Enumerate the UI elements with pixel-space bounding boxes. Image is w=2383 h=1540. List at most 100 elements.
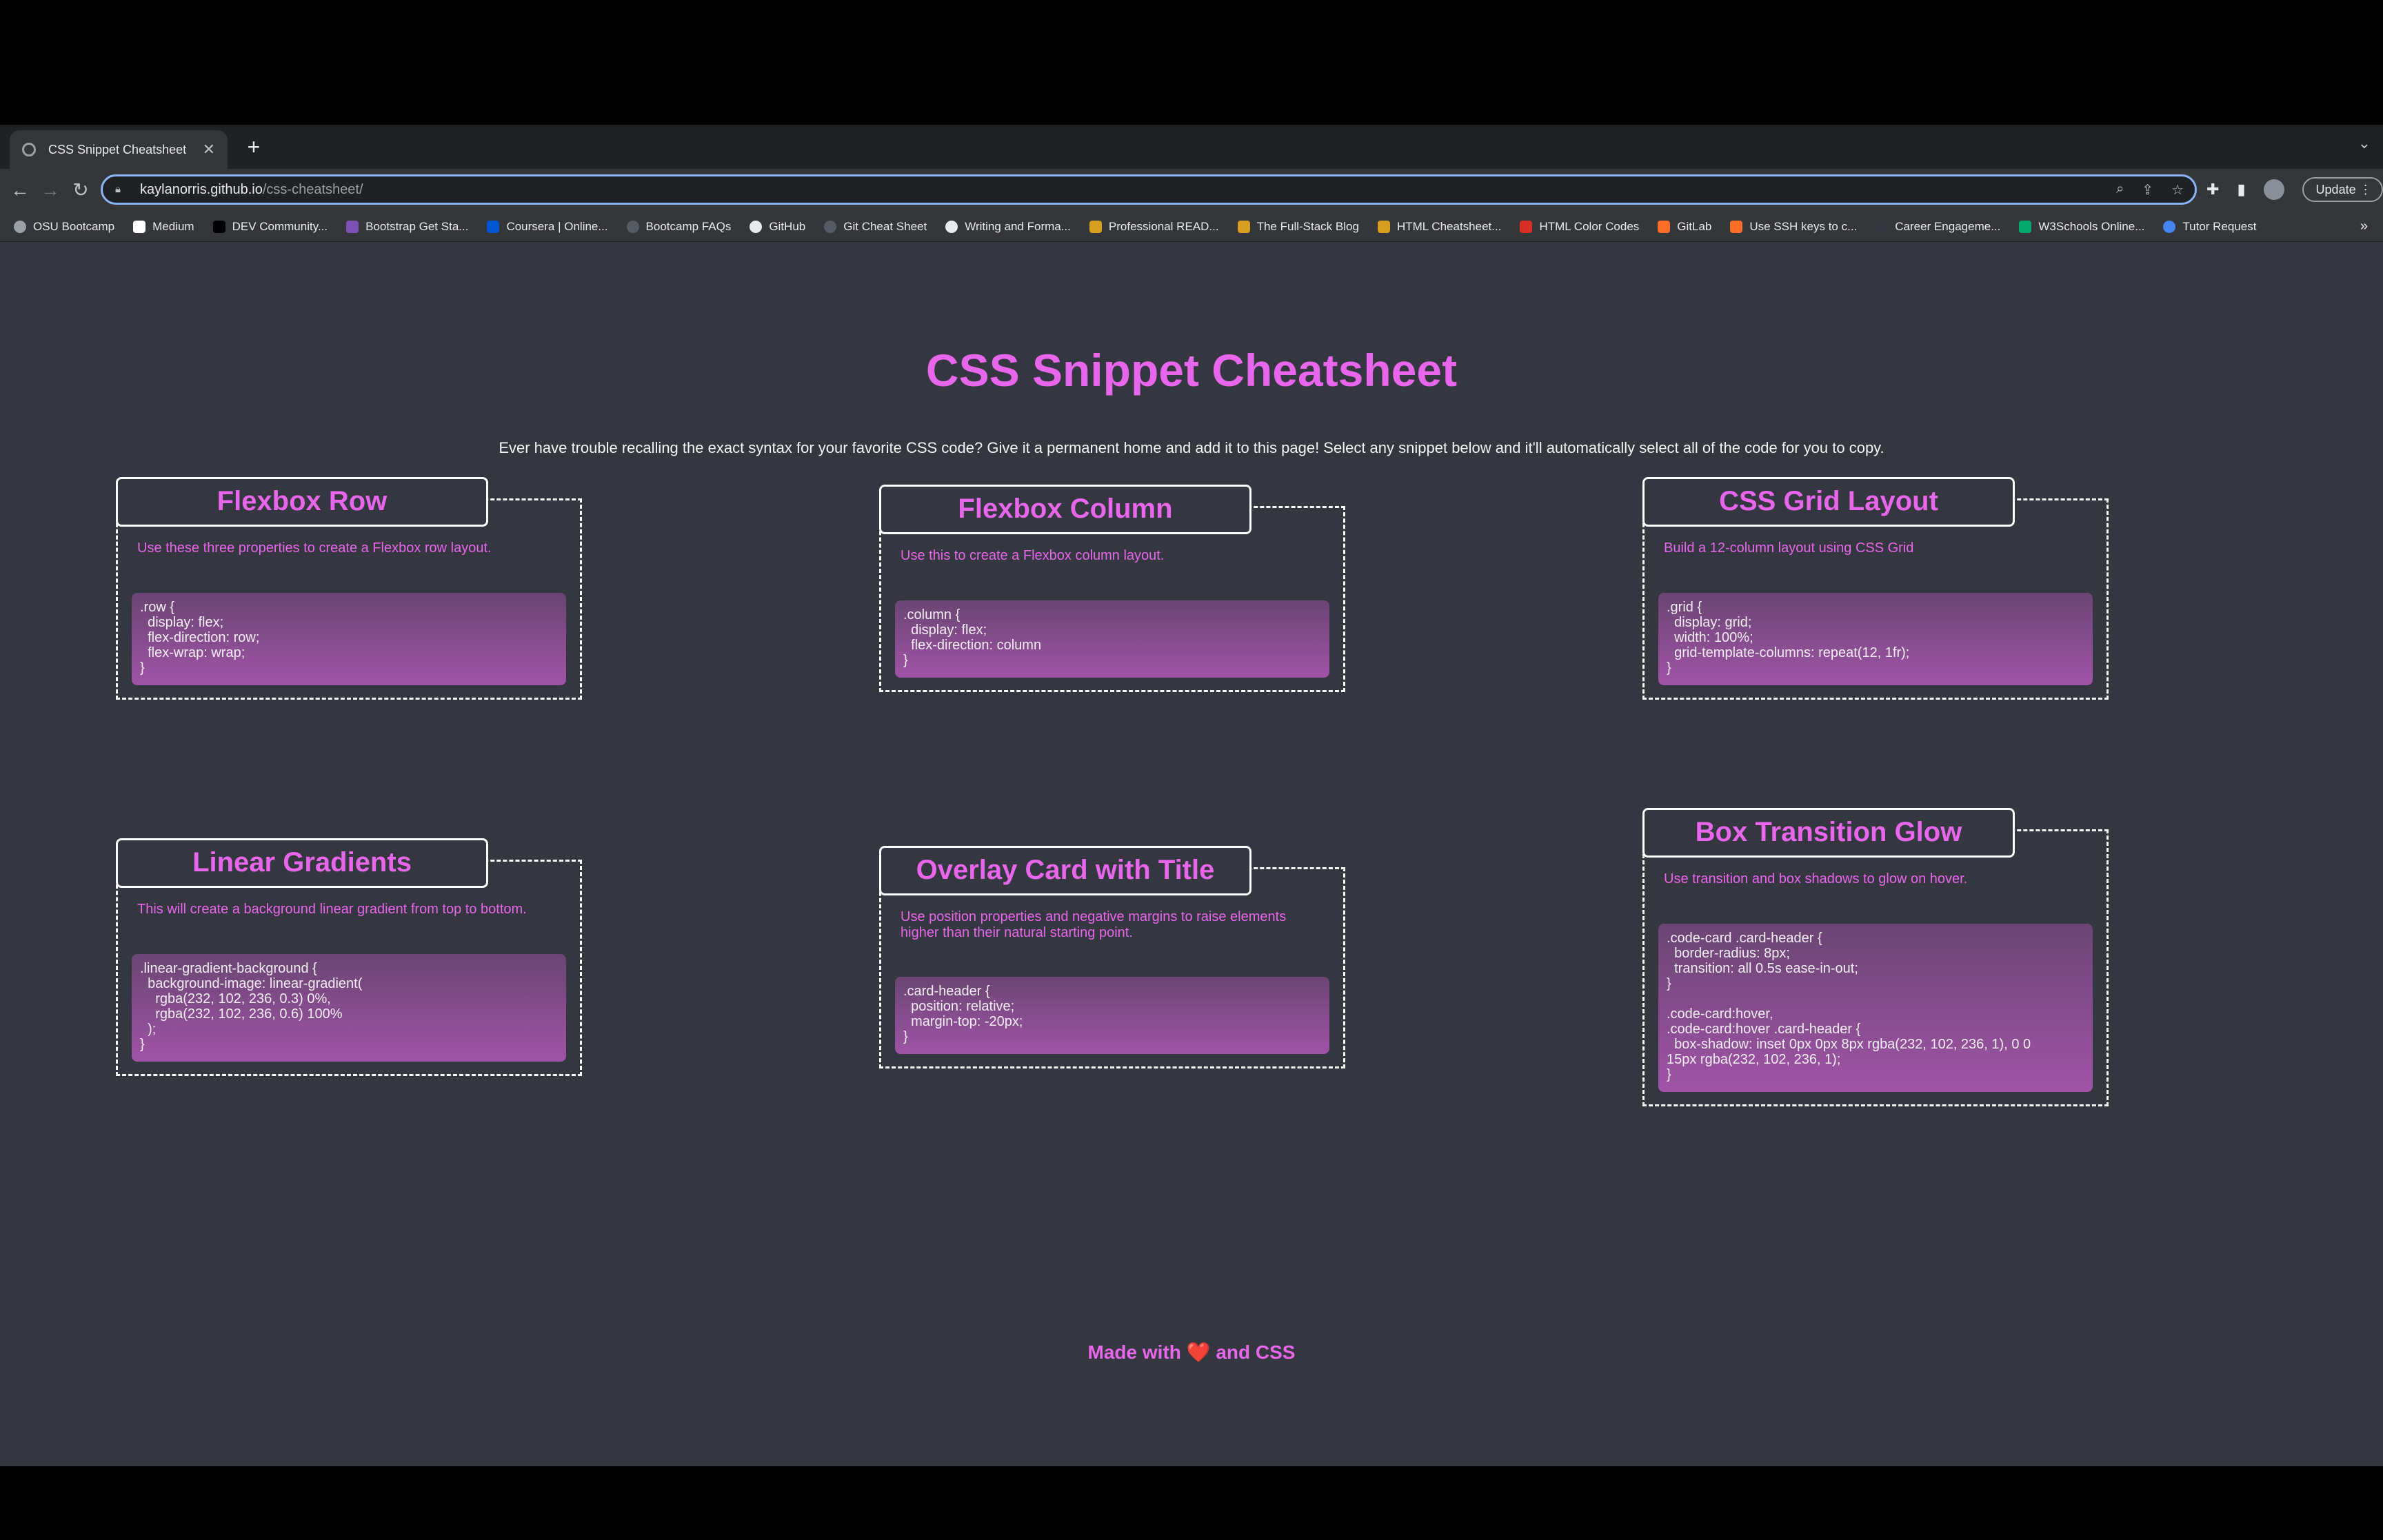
chevron-right-icon[interactable]: » <box>2360 219 2368 234</box>
github-icon <box>750 220 763 233</box>
colorcodes-icon <box>1520 220 1533 233</box>
w3schools-icon <box>2019 220 2032 233</box>
code-card-css-grid-layout[interactable]: CSS Grid Layout Build a 12-column layout… <box>1642 477 2109 700</box>
bookmark-item[interactable]: GitLab <box>1658 220 1711 234</box>
code-snippet[interactable]: .column { display: flex; flex-direction:… <box>895 600 1329 678</box>
gitlab-icon <box>1658 220 1671 233</box>
toolbar: ← → ↻ 🔒︎ kaylanorris.github.io/css-cheat… <box>0 169 2383 212</box>
page-content: CSS Snippet Cheatsheet Ever have trouble… <box>0 242 2383 1466</box>
bookmark-item[interactable]: Career Engageme... <box>1876 220 2000 234</box>
new-tab-button[interactable]: + <box>240 133 268 161</box>
forward-arrow-icon[interactable]: → <box>37 177 63 203</box>
bookmark-item[interactable]: Bootstrap Get Sta... <box>346 220 468 234</box>
extensions-icon[interactable]: ✚ <box>2206 181 2219 199</box>
bookmark-label: Bootstrap Get Sta... <box>365 219 469 233</box>
globe-icon <box>14 220 26 233</box>
dev-icon <box>212 220 225 233</box>
bookmark-item[interactable]: W3Schools Online... <box>2019 220 2144 234</box>
card-description: Use these three properties to create a F… <box>137 540 492 556</box>
card-description: Build a 12-column layout using CSS Grid <box>1664 540 1914 556</box>
url-host: kaylanorris.github.io <box>140 181 263 197</box>
url-path: /css-cheatsheet/ <box>262 181 363 197</box>
coursera-icon <box>487 220 500 233</box>
address-bar[interactable]: 🔒︎ kaylanorris.github.io/css-cheatsheet/… <box>101 174 2197 205</box>
code-snippet[interactable]: .card-header { position: relative; margi… <box>895 977 1329 1054</box>
github-icon <box>824 220 837 233</box>
code-snippet[interactable]: .row { display: flex; flex-direction: ro… <box>132 593 566 685</box>
code-snippet[interactable]: .grid { display: grid; width: 100%; grid… <box>1658 593 2093 685</box>
star-icon[interactable]: ☆ <box>2171 181 2184 199</box>
bookmark-item[interactable]: DEV Community... <box>212 219 328 234</box>
page-intro: Ever have trouble recalling the exact sy… <box>499 439 1884 456</box>
code-card-flexbox-column[interactable]: Flexbox Column Use this to create a Flex… <box>879 485 1345 692</box>
card-header: Overlay Card with Title <box>879 846 1251 895</box>
heart-icon: ❤️ <box>1186 1341 1211 1363</box>
bookmark-item[interactable]: HTML Cheatsheet... <box>1377 219 1502 234</box>
bookmark-item[interactable]: Medium <box>133 220 194 234</box>
card-header: Linear Gradients <box>116 838 488 888</box>
tab-css-snippet-cheatsheet[interactable]: CSS Snippet Cheatsheet ✕ <box>10 130 228 169</box>
gitlab-icon <box>1730 220 1743 233</box>
card-header: Flexbox Column <box>879 485 1251 534</box>
bookmark-item[interactable]: Professional READ... <box>1089 220 1219 234</box>
bookmark-label: Writing and Forma... <box>965 219 1071 233</box>
bookmark-item[interactable]: Use SSH keys to c... <box>1730 220 1857 234</box>
bookmark-label: Tutor Request <box>2182 219 2257 233</box>
bookmark-item[interactable]: The Full-Stack Blog <box>1237 219 1359 234</box>
footer: Made with ❤️ and CSS <box>0 1341 2383 1364</box>
bookmark-item[interactable]: OSU Bootcamp <box>14 220 114 234</box>
bookmark-label: Career Engageme... <box>1895 219 2001 233</box>
zoom-icon[interactable]: ⌕ <box>2116 181 2124 199</box>
bookmark-label: W3Schools Online... <box>2038 219 2145 233</box>
close-icon[interactable]: ✕ <box>203 142 215 157</box>
code-snippet[interactable]: .code-card .card-header { border-radius:… <box>1658 924 2093 1092</box>
bookmark-label: Medium <box>152 219 194 233</box>
bookmark-label: Bootcamp FAQs <box>645 219 732 233</box>
footer-text-before: Made with <box>1087 1341 1181 1363</box>
bookmark-label: DEV Community... <box>232 219 328 233</box>
bookmark-icon <box>1377 220 1390 233</box>
lock-icon: 🔒︎ <box>115 183 121 195</box>
update-button[interactable]: Update ⋮ <box>2302 177 2383 202</box>
bookmark-label: Git Cheat Sheet <box>843 219 927 233</box>
code-card-box-transition-glow[interactable]: Box Transition Glow Use transition and b… <box>1642 808 2109 1106</box>
bookmark-item[interactable]: Git Cheat Sheet <box>824 220 927 234</box>
side-panel-icon[interactable]: ▮ <box>2237 181 2245 199</box>
bookmark-item[interactable]: Tutor Request <box>2163 220 2256 234</box>
bookmark-label: GitLab <box>1677 219 1712 233</box>
globe-icon <box>2163 220 2176 233</box>
bookmarks-bar: OSU Bootcamp Medium DEV Community... Bootst… <box>0 212 2383 242</box>
bookmark-icon <box>1237 220 1250 233</box>
card-header: Box Transition Glow <box>1642 808 2015 858</box>
bookmark-label: Coursera | Online... <box>506 219 608 233</box>
bookmark-item[interactable]: GitHub <box>750 220 805 234</box>
share-icon[interactable]: ⇪ <box>2142 181 2153 199</box>
code-card-overlay-card-with-title[interactable]: Overlay Card with Title Use position pro… <box>879 846 1345 1068</box>
code-card-flexbox-row[interactable]: Flexbox Row Use these three properties t… <box>116 477 582 700</box>
github-icon <box>945 220 958 233</box>
arrow-icon <box>1876 220 1889 233</box>
reload-icon[interactable]: ↻ <box>68 177 94 203</box>
code-snippet[interactable]: .linear-gradient-background { background… <box>132 954 566 1062</box>
bookmark-label: GitHub <box>769 219 806 233</box>
bookmark-item[interactable]: HTML Color Codes <box>1520 220 1639 234</box>
tab-strip: CSS Snippet Cheatsheet ✕ + ⌄ <box>0 125 2383 169</box>
bookmark-label: Use SSH keys to c... <box>1749 219 1858 233</box>
bookmark-label: The Full-Stack Blog <box>1256 219 1359 233</box>
bookmark-item[interactable]: Coursera | Online... <box>487 219 608 234</box>
avatar[interactable] <box>2263 179 2284 200</box>
card-header: Flexbox Row <box>116 477 488 527</box>
back-arrow-icon[interactable]: ← <box>7 177 33 203</box>
chevron-down-icon[interactable]: ⌄ <box>2358 134 2371 152</box>
page-title: CSS Snippet Cheatsheet <box>925 345 1458 396</box>
code-card-linear-gradients[interactable]: Linear Gradients This will create a back… <box>116 838 582 1076</box>
browser-window: CSS Snippet Cheatsheet ✕ + ⌄ ← → ↻ 🔒︎ ka… <box>0 125 2383 1466</box>
bookmark-item[interactable]: Writing and Forma... <box>945 220 1071 234</box>
bookmark-label: OSU Bootcamp <box>33 219 115 233</box>
update-label: Update <box>2315 183 2356 196</box>
card-description: Use this to create a Flexbox column layo… <box>901 548 1165 563</box>
medium-icon <box>133 220 146 233</box>
card-description: Use position properties and negative mar… <box>901 909 1287 940</box>
bookmark-item[interactable]: Bootcamp FAQs <box>626 219 732 234</box>
bookmark-label: HTML Cheatsheet... <box>1396 219 1502 233</box>
